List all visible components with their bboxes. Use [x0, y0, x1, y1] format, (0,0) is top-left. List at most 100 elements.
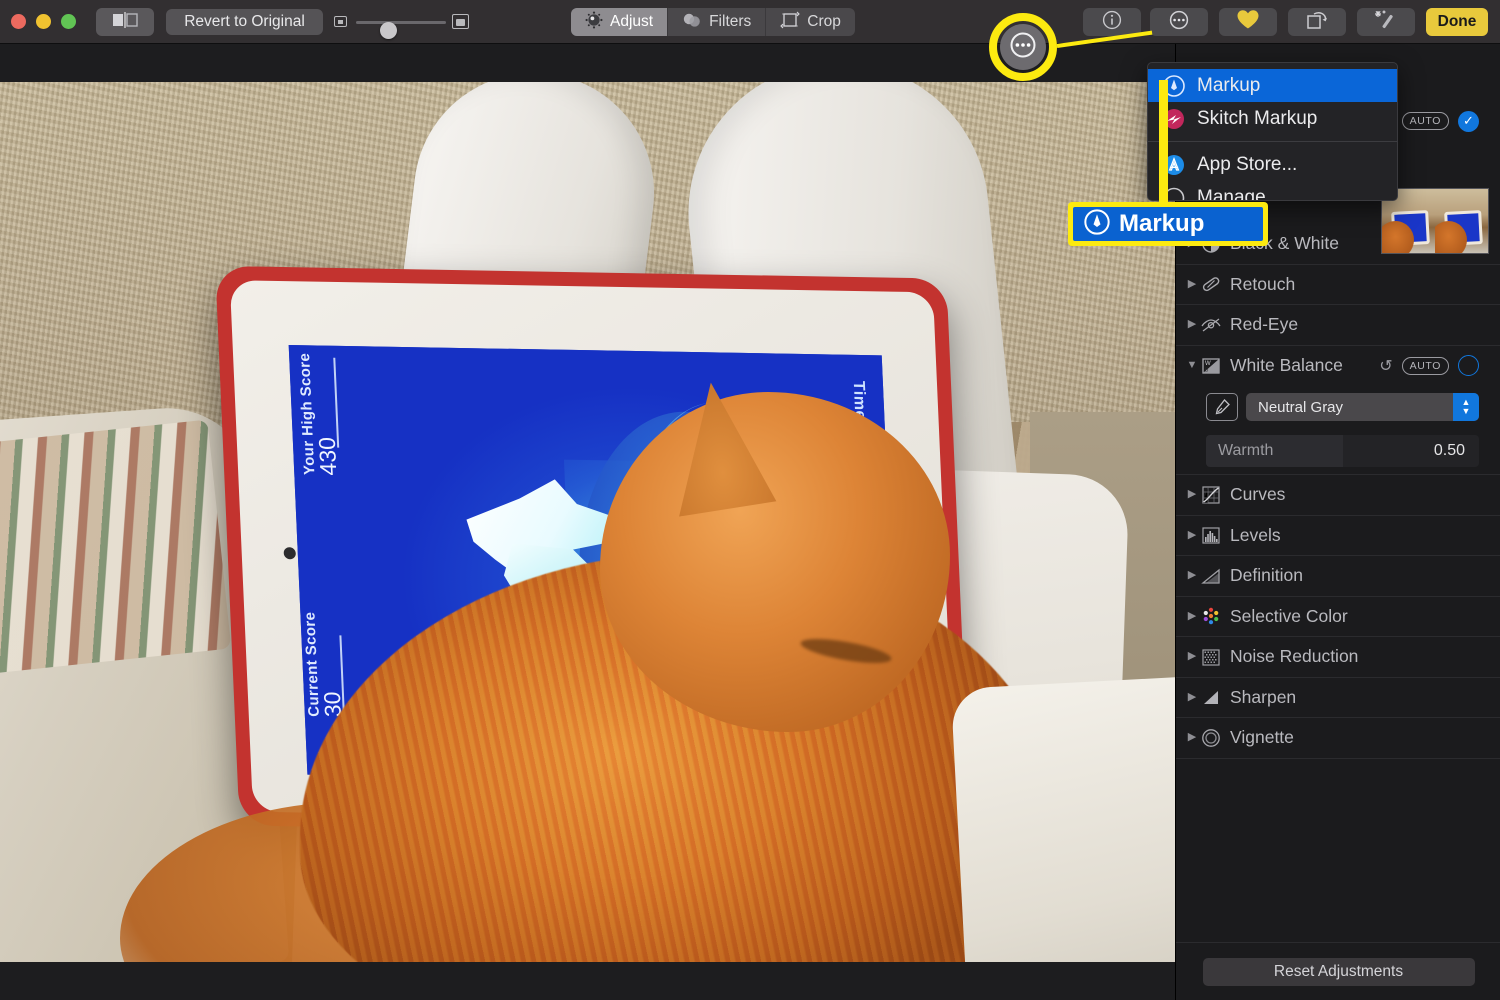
- eyedropper-icon[interactable]: [1206, 393, 1238, 421]
- levels-histogram-icon: [1200, 524, 1222, 546]
- tab-adjust-label: Adjust: [610, 13, 654, 30]
- reset-adjustments-label: Reset Adjustments: [1273, 962, 1404, 980]
- sharpen-triangle-icon: [1200, 686, 1222, 708]
- menu-item-markup[interactable]: Markup: [1148, 69, 1397, 102]
- warmth-label: Warmth: [1218, 442, 1274, 459]
- chevron-right-icon[interactable]: ▶: [1184, 570, 1200, 581]
- favorite-button[interactable]: [1219, 8, 1277, 36]
- adjust-label: Levels: [1230, 524, 1281, 545]
- edited-photo: Your High Score 430 Current Score 30 Tim…: [0, 82, 1175, 962]
- minimize-window-button[interactable]: [36, 14, 51, 29]
- menu-item-manage[interactable]: Manage...: [1148, 181, 1397, 201]
- adjust-row-selective-color[interactable]: ▶ Selective Color: [1176, 597, 1500, 637]
- chevron-right-icon[interactable]: ▶: [1184, 489, 1200, 500]
- callout-label: Markup: [1119, 210, 1205, 237]
- adjust-row-noise-reduction[interactable]: ▶ Noise Reduction: [1176, 637, 1500, 678]
- adjust-label: Selective Color: [1230, 605, 1348, 626]
- thumbnail-size-slider[interactable]: [356, 21, 446, 39]
- tab-adjust[interactable]: Adjust: [571, 8, 669, 36]
- info-button[interactable]: [1083, 8, 1141, 36]
- rotate-icon: [1305, 9, 1329, 36]
- eye-slash-icon: [1200, 314, 1222, 336]
- magic-wand-icon: [1374, 9, 1398, 36]
- maximize-window-button[interactable]: [61, 14, 76, 29]
- thumbnail-variant[interactable]: [1435, 189, 1488, 253]
- rotate-button[interactable]: [1288, 8, 1346, 36]
- adjust-row-red-eye[interactable]: ▶ Red-Eye: [1176, 305, 1500, 346]
- adjust-label: White Balance: [1230, 355, 1343, 376]
- tab-filters[interactable]: Filters: [668, 8, 767, 36]
- stepper-chevrons-icon[interactable]: ▲ ▼: [1453, 393, 1479, 421]
- adjust-row-white-balance[interactable]: ▼ W B White Balance ↺ AUTO: [1176, 346, 1500, 387]
- adjust-row-definition[interactable]: ▶ Definition: [1176, 556, 1500, 597]
- close-window-button[interactable]: [11, 14, 26, 29]
- adjust-label: Curves: [1230, 484, 1286, 505]
- selective-color-dots-icon: [1200, 605, 1222, 627]
- auto-badge[interactable]: AUTO: [1401, 357, 1449, 375]
- adjust-label: Red-Eye: [1230, 314, 1299, 335]
- tab-filters-label: Filters: [709, 13, 752, 30]
- markup-pen-circle-icon: [1083, 208, 1111, 241]
- revert-adjustment-icon[interactable]: ↺: [1379, 356, 1392, 376]
- reset-footer: Reset Adjustments: [1176, 942, 1500, 1000]
- adjust-label: Sharpen: [1230, 686, 1297, 707]
- adjust-row-vignette[interactable]: ▶ Vignette: [1176, 718, 1500, 759]
- menu-item-skitch-markup[interactable]: Skitch Markup: [1148, 102, 1397, 135]
- info-circle-icon: [1101, 9, 1123, 36]
- chevron-right-icon[interactable]: ▶: [1184, 651, 1200, 662]
- highlight-ring-annotation: [989, 13, 1057, 81]
- slider-thumb[interactable]: [380, 22, 397, 39]
- chevron-right-icon[interactable]: ▶: [1184, 732, 1200, 743]
- menu-item-app-store[interactable]: App Store...: [1148, 148, 1397, 181]
- bandage-icon: [1200, 273, 1222, 295]
- svg-text:W: W: [1205, 361, 1211, 367]
- adjust-row-retouch[interactable]: ▶ Retouch: [1176, 265, 1500, 305]
- crop-frame-icon: [780, 11, 801, 34]
- chevron-right-icon[interactable]: ▶: [1184, 610, 1200, 622]
- definition-triangle-icon: [1200, 565, 1222, 587]
- chevron-down-icon[interactable]: ▼: [1184, 360, 1200, 371]
- tab-crop[interactable]: Crop: [766, 8, 855, 36]
- white-balance-icon: W B: [1200, 355, 1222, 377]
- large-thumbnail-icon: [452, 14, 469, 29]
- compare-split-icon: [112, 12, 138, 32]
- adjust-row-levels[interactable]: ▶ Levels: [1176, 516, 1500, 556]
- vignette-circle-icon: [1200, 727, 1222, 749]
- extensions-dropdown-menu[interactable]: Markup Skitch Markup App Store... Manage…: [1147, 62, 1398, 201]
- warmth-value: 0.50: [1433, 442, 1465, 459]
- reset-adjustments-button[interactable]: Reset Adjustments: [1202, 957, 1475, 986]
- auto-enhance-button[interactable]: [1357, 8, 1415, 36]
- revert-to-original-button[interactable]: Revert to Original: [166, 9, 323, 35]
- chevron-right-icon[interactable]: ▶: [1184, 278, 1200, 290]
- auto-badge[interactable]: AUTO: [1401, 112, 1449, 130]
- adjust-row-curves[interactable]: ▶ Curves: [1176, 475, 1500, 516]
- menu-item-label: App Store...: [1197, 153, 1298, 175]
- callout-vertical-line: [1159, 80, 1168, 215]
- window-toolbar: Revert to Original Adjust Filters Crop D…: [0, 0, 1500, 44]
- menu-separator: [1148, 141, 1397, 142]
- photo-canvas[interactable]: Your High Score 430 Current Score 30 Tim…: [0, 44, 1175, 1000]
- enabled-checkmark-icon[interactable]: ✓: [1458, 110, 1479, 132]
- small-thumbnail-icon: [334, 16, 347, 27]
- high-score-rule: [333, 357, 339, 448]
- disabled-checkmark-icon[interactable]: [1458, 355, 1479, 377]
- chevron-right-icon[interactable]: ▶: [1184, 691, 1200, 703]
- filters-circles-icon: [682, 12, 702, 33]
- white-balance-mode-value: Neutral Gray: [1258, 398, 1344, 416]
- adjust-row-sharpen[interactable]: ▶ Sharpen: [1176, 678, 1500, 718]
- chevron-right-icon[interactable]: ▶: [1184, 319, 1200, 330]
- warmth-slider-group[interactable]: Warmth 0.50: [1176, 428, 1500, 475]
- high-score-value: 430: [313, 436, 342, 476]
- done-button[interactable]: Done: [1426, 8, 1488, 36]
- menu-item-label: Markup: [1197, 74, 1261, 96]
- more-extensions-button[interactable]: [1150, 8, 1208, 36]
- heart-icon: [1236, 9, 1260, 35]
- edit-mode-segmented-control: Adjust Filters Crop: [571, 8, 855, 36]
- white-balance-mode-select[interactable]: Neutral Gray ▲ ▼: [1246, 393, 1479, 421]
- chevron-right-icon[interactable]: ▶: [1184, 529, 1200, 541]
- markup-callout-badge: Markup: [1068, 202, 1268, 246]
- compare-original-button[interactable]: [96, 8, 154, 36]
- white-balance-mode-group: Neutral Gray ▲ ▼: [1176, 386, 1500, 428]
- menu-item-label: Manage...: [1197, 186, 1282, 201]
- thumbnail-size-slider-group: [334, 13, 470, 39]
